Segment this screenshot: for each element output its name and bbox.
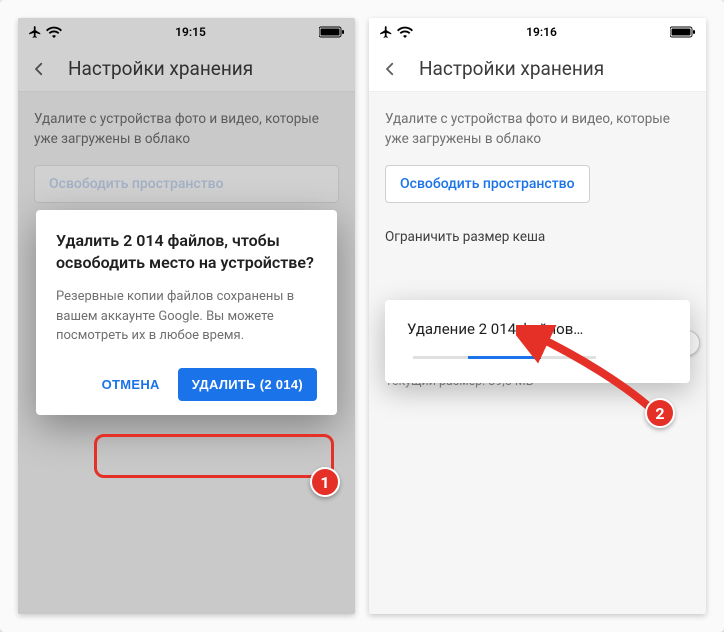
deletion-progress-dialog: Удаление 2 014 файлов… (385, 300, 690, 383)
free-space-button[interactable]: Освободить пространство (385, 165, 590, 203)
tutorial-frame: 19:15 Настройки хранения Удалите с устро… (0, 0, 724, 632)
page-title: Настройки хранения (419, 57, 604, 80)
cancel-button[interactable]: ОТМЕНА (92, 369, 170, 400)
status-bar: 19:16 (369, 18, 706, 46)
phone-left: 19:15 Настройки хранения Удалите с устро… (18, 18, 355, 614)
back-icon[interactable] (379, 58, 401, 80)
step-badge-1: 1 (310, 467, 340, 497)
progress-bar (413, 356, 596, 359)
storage-desc: Удалите с устройства фото и видео, котор… (385, 110, 690, 149)
progress-fill (468, 356, 541, 359)
phone-right: 19:16 Настройки хранения Удалите с устро… (369, 18, 706, 614)
delete-confirm-dialog: Удалить 2 014 файлов, чтобы освободить м… (36, 210, 337, 415)
battery-icon (670, 26, 696, 38)
dialog-title: Удалить 2 014 файлов, чтобы освободить м… (56, 230, 317, 273)
delete-button[interactable]: УДАЛИТЬ (2 014) (178, 368, 317, 401)
airplane-icon (379, 25, 393, 39)
dialog-actions: ОТМЕНА УДАЛИТЬ (2 014) (56, 368, 317, 401)
wifi-icon (397, 26, 413, 38)
page-header: Настройки хранения (369, 46, 706, 92)
status-time: 19:16 (526, 25, 557, 39)
cache-section-title: Ограничить размер кеша (385, 229, 690, 245)
progress-label: Удаление 2 014 файлов… (407, 320, 668, 338)
dialog-body: Резервные копии файлов сохранены в вашем… (56, 287, 317, 346)
step-badge-2: 2 (645, 398, 675, 428)
